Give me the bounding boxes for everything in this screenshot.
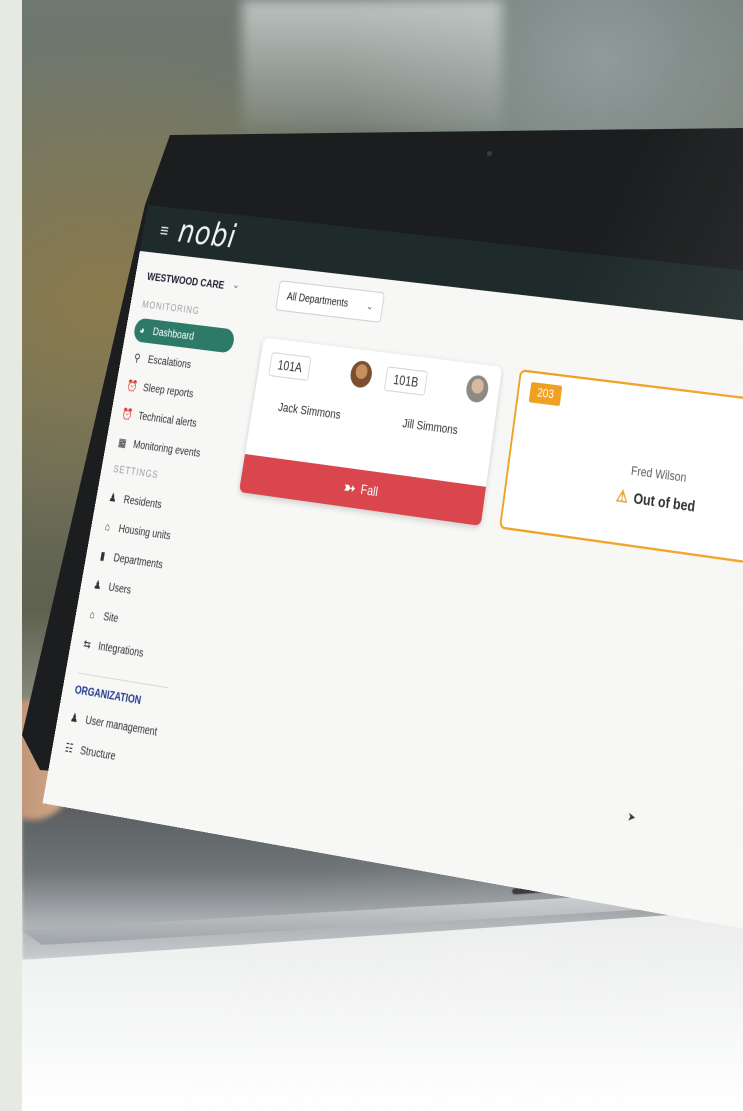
sidebar-item-label: Site bbox=[102, 610, 120, 626]
warning-icon: ⚠ bbox=[615, 485, 630, 507]
residents-icon: ♟ bbox=[107, 491, 118, 505]
sidebar-item-label: Dashboard bbox=[151, 325, 195, 343]
events-icon: ▦ bbox=[117, 436, 128, 450]
room-card[interactable]: 101A 101B Jack Simmons Jill Simmons ➳ Fa… bbox=[238, 337, 503, 526]
sidebar-item-label: Integrations bbox=[97, 639, 145, 660]
alert-room-tag: 203 bbox=[528, 381, 563, 407]
main-content: All Departments ⌄ ▣ 101A 101B Jack Simmo… bbox=[165, 264, 743, 930]
sidebar-item-label: Departments bbox=[112, 551, 164, 572]
bookmark-icon: ▮ bbox=[99, 549, 107, 563]
section-label-monitoring: MONITORING bbox=[141, 298, 201, 317]
sidebar-item-label: Technical alerts bbox=[137, 409, 198, 430]
sidebar-item-label: Housing units bbox=[117, 522, 172, 543]
fall-icon: ➳ bbox=[342, 478, 357, 499]
room-tag: 101A bbox=[268, 351, 312, 381]
sidebar-item-label: User management bbox=[84, 713, 159, 739]
structure-icon: ☷ bbox=[64, 741, 75, 756]
mouse-cursor-icon: ➤ bbox=[626, 810, 637, 826]
house-icon: ⌂ bbox=[104, 520, 112, 534]
fall-alert-label: Fall bbox=[359, 481, 380, 500]
pin-icon: ⚲ bbox=[133, 351, 142, 365]
hamburger-icon[interactable]: ≡ bbox=[158, 220, 171, 242]
app-screen: ≡ nobi 1 WESTWOOD CARE ⌄ MONITORING ◕ Da… bbox=[42, 205, 743, 930]
users-icon: ♟ bbox=[92, 578, 103, 593]
organization-select[interactable]: WESTWOOD CARE bbox=[146, 271, 225, 292]
section-label-organization: ORGANIZATION bbox=[73, 683, 142, 708]
department-select-value: All Departments bbox=[286, 290, 350, 310]
alert-card[interactable]: 203 Fred Wilson ⚠ Out of bed bbox=[498, 369, 743, 569]
section-label-settings: SETTINGS bbox=[112, 463, 160, 481]
sidebar-item-label: Users bbox=[107, 580, 132, 597]
chevron-down-icon: ⌄ bbox=[365, 300, 374, 312]
resident-name: Jill Simmons bbox=[401, 417, 459, 438]
room-tag: 101B bbox=[383, 366, 429, 396]
resident-name: Jack Simmons bbox=[277, 400, 342, 423]
home-icon: ⌂ bbox=[88, 608, 97, 622]
resident-avatar bbox=[348, 359, 374, 389]
swap-icon: ⇆ bbox=[82, 637, 92, 652]
webcam bbox=[487, 151, 492, 156]
sidebar-item-label: Escalations bbox=[147, 353, 192, 371]
sidebar-item-label: Residents bbox=[122, 493, 163, 512]
sidebar-item-label: Sleep reports bbox=[142, 381, 195, 401]
alert-status-label: Out of bed bbox=[632, 489, 697, 516]
window-light bbox=[242, 0, 502, 130]
alarm-clock-icon: ⏰ bbox=[121, 407, 134, 422]
app-logo[interactable]: nobi bbox=[176, 213, 240, 256]
users-icon: ♟ bbox=[69, 711, 80, 726]
department-select[interactable]: All Departments ⌄ bbox=[275, 280, 385, 323]
fall-alert-bar[interactable]: ➳ Fall bbox=[238, 453, 486, 526]
alarm-clock-icon: ⏰ bbox=[126, 379, 139, 393]
dashboard-icon: ◕ bbox=[138, 324, 146, 337]
sidebar-item-label: Structure bbox=[79, 743, 117, 763]
sidebar-item-label: Monitoring events bbox=[132, 438, 202, 460]
chevron-down-icon[interactable]: ⌄ bbox=[232, 279, 241, 292]
resident-avatar bbox=[464, 374, 490, 404]
